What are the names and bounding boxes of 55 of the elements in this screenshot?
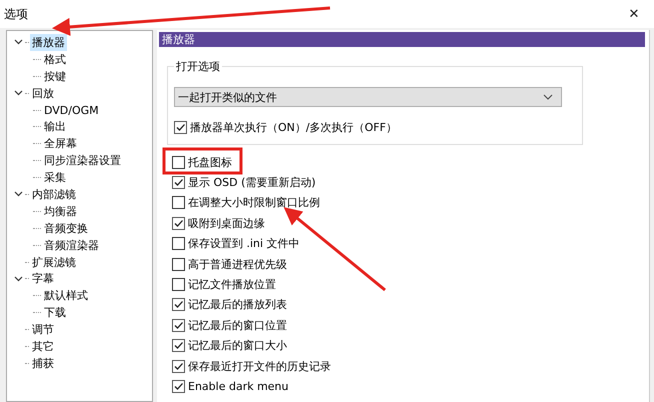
tree-item[interactable]: 播放器 <box>30 34 67 51</box>
checkbox-label: 播放器单次执行（ON）/多次执行（OFF） <box>190 120 397 134</box>
tree-item[interactable]: 字幕 <box>30 270 56 288</box>
checkbox[interactable] <box>172 237 185 250</box>
checkbox[interactable] <box>172 216 185 230</box>
checkbox[interactable] <box>172 339 185 352</box>
checkbox-label: 记忆最后的播放列表 <box>188 297 287 312</box>
chevron-icon[interactable] <box>14 191 22 198</box>
caret-icon <box>543 94 553 100</box>
tree-item[interactable]: 音频渲染器 <box>42 236 101 254</box>
tree-item[interactable]: 音频变换 <box>42 220 90 237</box>
chevron-icon[interactable] <box>14 90 22 96</box>
checkbox[interactable] <box>172 298 185 312</box>
checkbox[interactable] <box>172 156 185 169</box>
checkbox[interactable] <box>172 380 185 393</box>
checkbox[interactable] <box>172 318 185 332</box>
window-title: 选项 <box>4 6 28 22</box>
tree-item[interactable]: 扩展滤镜 <box>30 254 78 271</box>
checkbox-label: 记忆最后的窗口大小 <box>188 338 287 354</box>
checkbox[interactable] <box>172 360 185 373</box>
tree-item[interactable]: 按键 <box>42 68 68 85</box>
chevron-icon[interactable] <box>14 276 22 282</box>
checkbox-label: 显示 OSD (需要重新启动) <box>188 175 316 190</box>
tree-item[interactable]: 同步渲染器设置 <box>42 152 123 170</box>
dropdown[interactable]: 一起打开类似的文件 <box>174 87 562 107</box>
tree-item[interactable]: 捕获 <box>30 354 56 372</box>
checkbox-label: Enable dark menu <box>188 380 289 393</box>
section-header: 播放器 <box>159 32 645 47</box>
tree-item[interactable]: 均衡器 <box>42 202 79 220</box>
group-label: 打开选项 <box>174 59 222 74</box>
checkbox-label: 高于普通进程优先级 <box>188 256 287 272</box>
checkbox-label: 托盘图标 <box>188 154 232 170</box>
checkbox[interactable] <box>172 258 185 271</box>
tree-item[interactable]: 采集 <box>42 169 68 186</box>
checkbox[interactable] <box>172 196 185 210</box>
tree-item[interactable]: DVD/OGM <box>42 102 101 118</box>
checkbox[interactable] <box>172 278 185 292</box>
tree-item[interactable]: 调节 <box>30 321 56 338</box>
checkbox-label: 保存设置到 .ini 文件中 <box>188 236 300 252</box>
tree-item[interactable]: 回放 <box>30 84 56 102</box>
checkbox-label: 记忆最后的窗口位置 <box>188 318 287 333</box>
checkbox-label: 记忆文件播放位置 <box>188 277 276 292</box>
tree-item[interactable]: 内部滤镜 <box>30 186 78 203</box>
checkbox[interactable] <box>174 120 187 134</box>
chevron-icon[interactable] <box>14 39 22 46</box>
checkbox-label: 在调整大小时限制窗口比例 <box>188 195 320 210</box>
tree-item[interactable]: 其它 <box>30 338 56 355</box>
tree-item[interactable]: 输出 <box>42 118 68 136</box>
checkbox[interactable] <box>172 176 185 190</box>
checkbox-label: 保存最近打开文件的历史记录 <box>188 358 331 374</box>
tree-item[interactable]: 下载 <box>42 304 68 322</box>
tree-item[interactable]: 全屏幕 <box>42 135 79 152</box>
checkbox-label: 吸附到桌面边缘 <box>188 216 265 231</box>
tree-item[interactable]: 默认样式 <box>42 287 90 304</box>
tree-item[interactable]: 格式 <box>42 50 68 68</box>
